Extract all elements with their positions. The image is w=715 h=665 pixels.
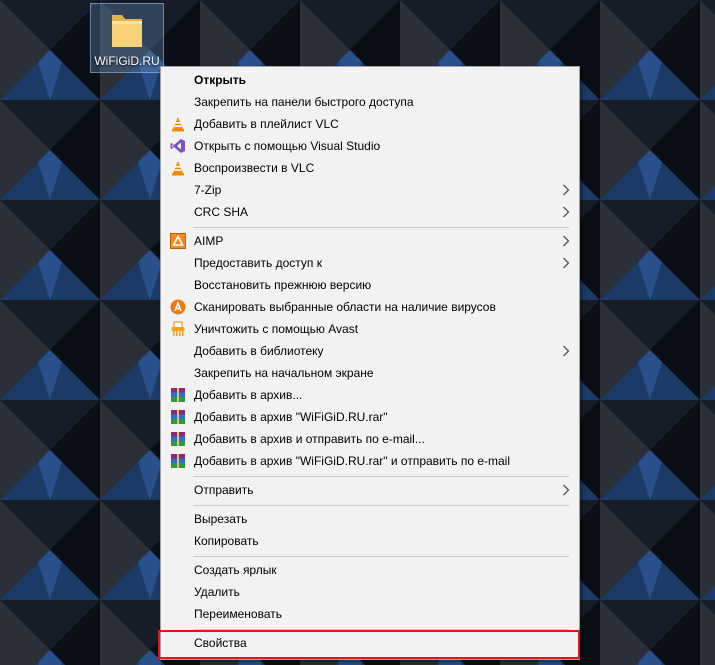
menu-item-7zip[interactable]: 7-Zip [163,179,577,201]
winrar-icon [171,432,185,446]
menu-item-pin-start[interactable]: Закрепить на начальном экране [163,362,577,384]
menu-item-add-archive-email[interactable]: Добавить в архив и отправить по e-mail..… [163,428,577,450]
desktop-folder[interactable]: WiFiGiD.RU [90,3,164,73]
context-menu: Открыть Закрепить на панели быстрого дос… [160,66,580,660]
menu-item-label: Удалить [194,585,240,599]
menu-item-label: Добавить в архив "WiFiGiD.RU.rar" и отпр… [194,454,511,468]
winrar-icon [171,388,185,402]
menu-item-label: Добавить в архив... [194,388,303,402]
menu-item-rename[interactable]: Переименовать [163,603,577,625]
menu-item-label: Уничтожить с помощью Avast [194,322,359,336]
menu-item-label: Открыть [194,73,247,87]
menu-item-label: Открыть с помощью Visual Studio [194,139,381,153]
menu-item-label: 7-Zip [194,183,222,197]
vlc-icon [172,117,184,132]
menu-item-add-archive[interactable]: Добавить в архив... [163,384,577,406]
folder-icon [112,15,142,47]
menu-item-label: Закрепить на начальном экране [194,366,374,380]
menu-item-label: Добавить в архив "WiFiGiD.RU.rar" [194,410,388,424]
menu-item-add-archive-rar-email[interactable]: Добавить в архив "WiFiGiD.RU.rar" и отпр… [163,450,577,472]
menu-item-create-shortcut[interactable]: Создать ярлык [163,559,577,581]
menu-item-label: Воспроизвести в VLC [194,161,315,175]
menu-item-add-vlc-playlist[interactable]: Добавить в плейлист VLC [163,113,577,135]
menu-item-label: Добавить в архив и отправить по e-mail..… [194,432,425,446]
menu-item-avast-scan[interactable]: Сканировать выбранные области на наличие… [163,296,577,318]
menu-item-avast-shred[interactable]: Уничтожить с помощью Avast [163,318,577,340]
menu-item-cut[interactable]: Вырезать [163,508,577,530]
menu-separator [193,556,569,557]
menu-item-label: CRC SHA [194,205,249,219]
menu-item-label: AIMP [194,234,224,248]
menu-separator [193,505,569,506]
menu-item-label: Добавить в библиотеку [194,344,324,358]
menu-item-crc-sha[interactable]: CRC SHA [163,201,577,223]
chevron-right-icon [563,257,570,269]
menu-item-label: Предоставить доступ к [194,256,322,270]
menu-item-add-library[interactable]: Добавить в библиотеку [163,340,577,362]
folder-label: WiFiGiD.RU [94,54,160,68]
aimp-icon [170,233,186,249]
menu-item-label: Копировать [194,534,259,548]
winrar-icon [171,454,185,468]
menu-item-share[interactable]: Предоставить доступ к [163,252,577,274]
menu-item-aimp[interactable]: AIMP [163,230,577,252]
menu-item-label: Сканировать выбранные области на наличие… [194,300,496,314]
menu-item-restore-previous[interactable]: Восстановить прежнюю версию [163,274,577,296]
menu-item-copy[interactable]: Копировать [163,530,577,552]
menu-item-label: Восстановить прежнюю версию [194,278,372,292]
winrar-icon [171,410,185,424]
chevron-right-icon [563,345,570,357]
menu-item-pin-quick-access[interactable]: Закрепить на панели быстрого доступа [163,91,577,113]
menu-item-add-archive-rar[interactable]: Добавить в архив "WiFiGiD.RU.rar" [163,406,577,428]
menu-item-label: Переименовать [194,607,282,621]
menu-item-label: Вырезать [194,512,248,526]
vlc-icon [172,161,184,176]
menu-separator [193,227,569,228]
chevron-right-icon [563,184,570,196]
menu-item-open[interactable]: Открыть [163,69,577,91]
menu-item-label: Отправить [194,483,254,497]
shredder-icon [171,321,185,336]
menu-item-label: Создать ярлык [194,563,277,577]
menu-item-delete[interactable]: Удалить [163,581,577,603]
highlight-box [158,630,580,659]
chevron-right-icon [563,235,570,247]
menu-item-send-to[interactable]: Отправить [163,479,577,501]
chevron-right-icon [563,206,570,218]
avast-icon [170,299,186,315]
visual-studio-icon [170,139,185,153]
menu-separator [193,476,569,477]
menu-item-label: Добавить в плейлист VLC [194,117,339,131]
menu-item-label: Закрепить на панели быстрого доступа [194,95,414,109]
menu-item-open-visual-studio[interactable]: Открыть с помощью Visual Studio [163,135,577,157]
menu-item-play-vlc[interactable]: Воспроизвести в VLC [163,157,577,179]
chevron-right-icon [563,484,570,496]
